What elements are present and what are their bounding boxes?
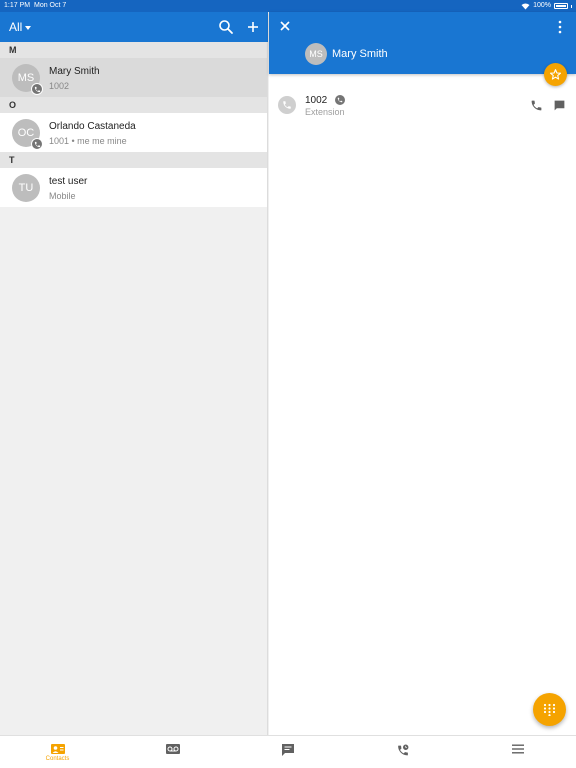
plus-icon[interactable]	[245, 19, 261, 35]
tab-contacts[interactable]: Contacts	[0, 736, 115, 768]
message-icon[interactable]	[553, 99, 566, 112]
tab-chat[interactable]	[230, 736, 345, 768]
tab-call-history[interactable]	[345, 736, 460, 768]
contact-row-orlando-castaneda[interactable]: OC Orlando Castaneda 1001 • me me mine	[0, 113, 267, 152]
dialpad-button[interactable]	[533, 693, 566, 726]
call-icon[interactable]	[530, 99, 543, 112]
avatar: MS	[305, 43, 327, 65]
voicemail-icon	[165, 744, 180, 754]
section-header-m: M	[0, 42, 267, 58]
battery-tip	[571, 4, 572, 8]
bottom-nav: Contacts	[0, 735, 576, 768]
chevron-down-icon	[25, 26, 32, 30]
contact-subtitle: 1002	[49, 81, 70, 91]
avatar-initials: MS	[309, 49, 323, 59]
contact-row-test-user[interactable]: TU test user Mobile	[0, 168, 267, 207]
avatar-initials: MS	[17, 72, 35, 84]
status-right: 100%	[521, 0, 572, 12]
wifi-icon	[521, 3, 530, 9]
battery-icon	[554, 3, 568, 9]
contact-subtitle: Mobile	[49, 191, 76, 201]
contact-name: Mary Smith	[49, 66, 100, 77]
menu-icon	[511, 744, 524, 754]
contact-detail-content: 1002 Extension	[269, 74, 576, 735]
avatar: OC	[12, 119, 43, 150]
avatar: MS	[12, 64, 43, 95]
contact-name: test user	[49, 176, 88, 187]
tab-menu[interactable]	[460, 736, 575, 768]
contacts-list: M MS Mary Smith 1002 O OC Orlando Castan…	[0, 42, 268, 735]
contact-name: Orlando Castaneda	[49, 121, 136, 132]
chat-icon	[281, 744, 294, 756]
search-icon[interactable]	[218, 19, 234, 35]
avatar-initials: TU	[18, 182, 34, 194]
call-history-icon	[397, 744, 408, 756]
contact-row-mary-smith[interactable]: MS Mary Smith 1002	[0, 58, 267, 97]
battery-percent: 100%	[533, 2, 551, 9]
phone-number[interactable]: 1002	[305, 95, 327, 106]
phone-badge-icon	[31, 138, 43, 150]
avatar: TU	[12, 174, 40, 202]
contacts-icon	[50, 744, 65, 754]
more-vert-icon[interactable]	[558, 20, 562, 34]
filter-dropdown[interactable]: All	[9, 12, 32, 42]
phone-entry-icon	[278, 96, 296, 114]
star-icon	[549, 69, 562, 80]
contact-subtitle: 1001 • me me mine	[49, 136, 127, 146]
detail-contact-name: Mary Smith	[332, 48, 388, 60]
dialpad-icon	[543, 703, 556, 716]
close-icon[interactable]	[279, 20, 291, 32]
status-date: Mon Oct 7	[34, 2, 67, 9]
avatar-initials: OC	[17, 127, 35, 139]
phone-type: Extension	[305, 107, 345, 117]
section-header-o: O	[0, 97, 267, 113]
section-header-t: T	[0, 152, 267, 168]
tab-label: Contacts	[45, 756, 70, 762]
filter-label: All	[9, 20, 23, 34]
phone-badge-icon	[335, 95, 345, 105]
contacts-list-header: All	[0, 12, 268, 42]
favorite-button[interactable]	[544, 63, 567, 86]
status-bar: 1:17 PM Mon Oct 7 100%	[0, 0, 576, 12]
phone-badge-icon	[31, 83, 43, 95]
tab-voicemail[interactable]	[115, 736, 230, 768]
contact-detail-header: MS Mary Smith	[269, 12, 576, 74]
status-time: 1:17 PM	[4, 2, 31, 9]
